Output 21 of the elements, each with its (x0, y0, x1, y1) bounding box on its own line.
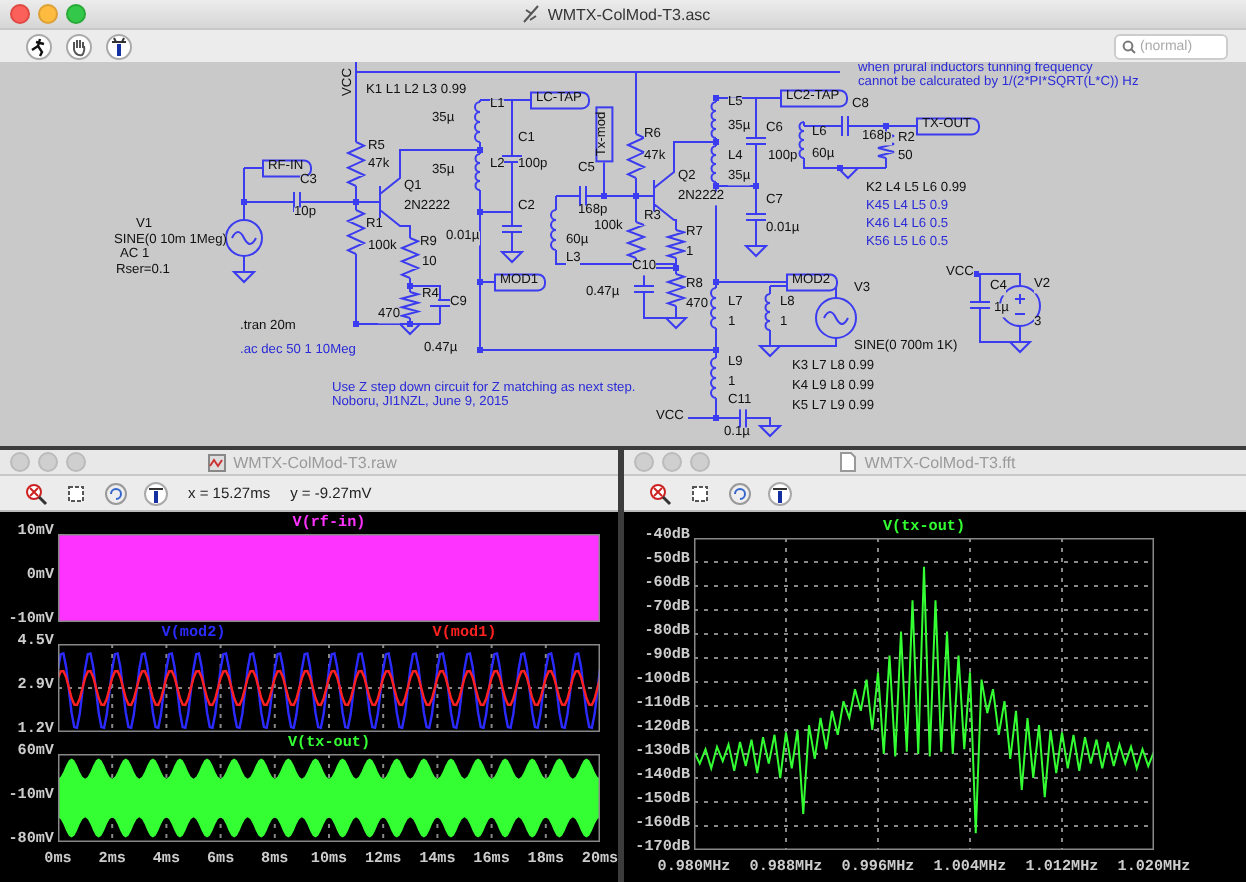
probe-icon[interactable] (106, 33, 132, 59)
close-button[interactable] (10, 4, 30, 24)
magnifier-icon[interactable] (24, 481, 48, 505)
frame-icon[interactable] (64, 481, 88, 505)
search-icon (1122, 39, 1136, 53)
document-icon (840, 452, 857, 472)
refresh-icon[interactable] (104, 481, 128, 505)
window-title: WMTX-ColMod-T3.asc (547, 5, 711, 23)
schematic-file-icon (521, 4, 540, 24)
hand-icon[interactable] (66, 33, 92, 59)
ac-source-icon (815, 297, 857, 339)
magnifier-icon[interactable] (648, 481, 672, 505)
window-title: WMTX-ColMod-T3.raw (233, 453, 397, 471)
probe-icon[interactable] (144, 481, 168, 505)
ac-source-icon (225, 219, 263, 257)
refresh-icon[interactable] (728, 481, 752, 505)
frame-icon[interactable] (688, 481, 712, 505)
zoom-button[interactable] (66, 4, 86, 24)
running-figure-icon[interactable] (26, 33, 52, 59)
probe-icon[interactable] (768, 481, 792, 505)
window-title: WMTX-ColMod-T3.fft (864, 453, 1016, 471)
